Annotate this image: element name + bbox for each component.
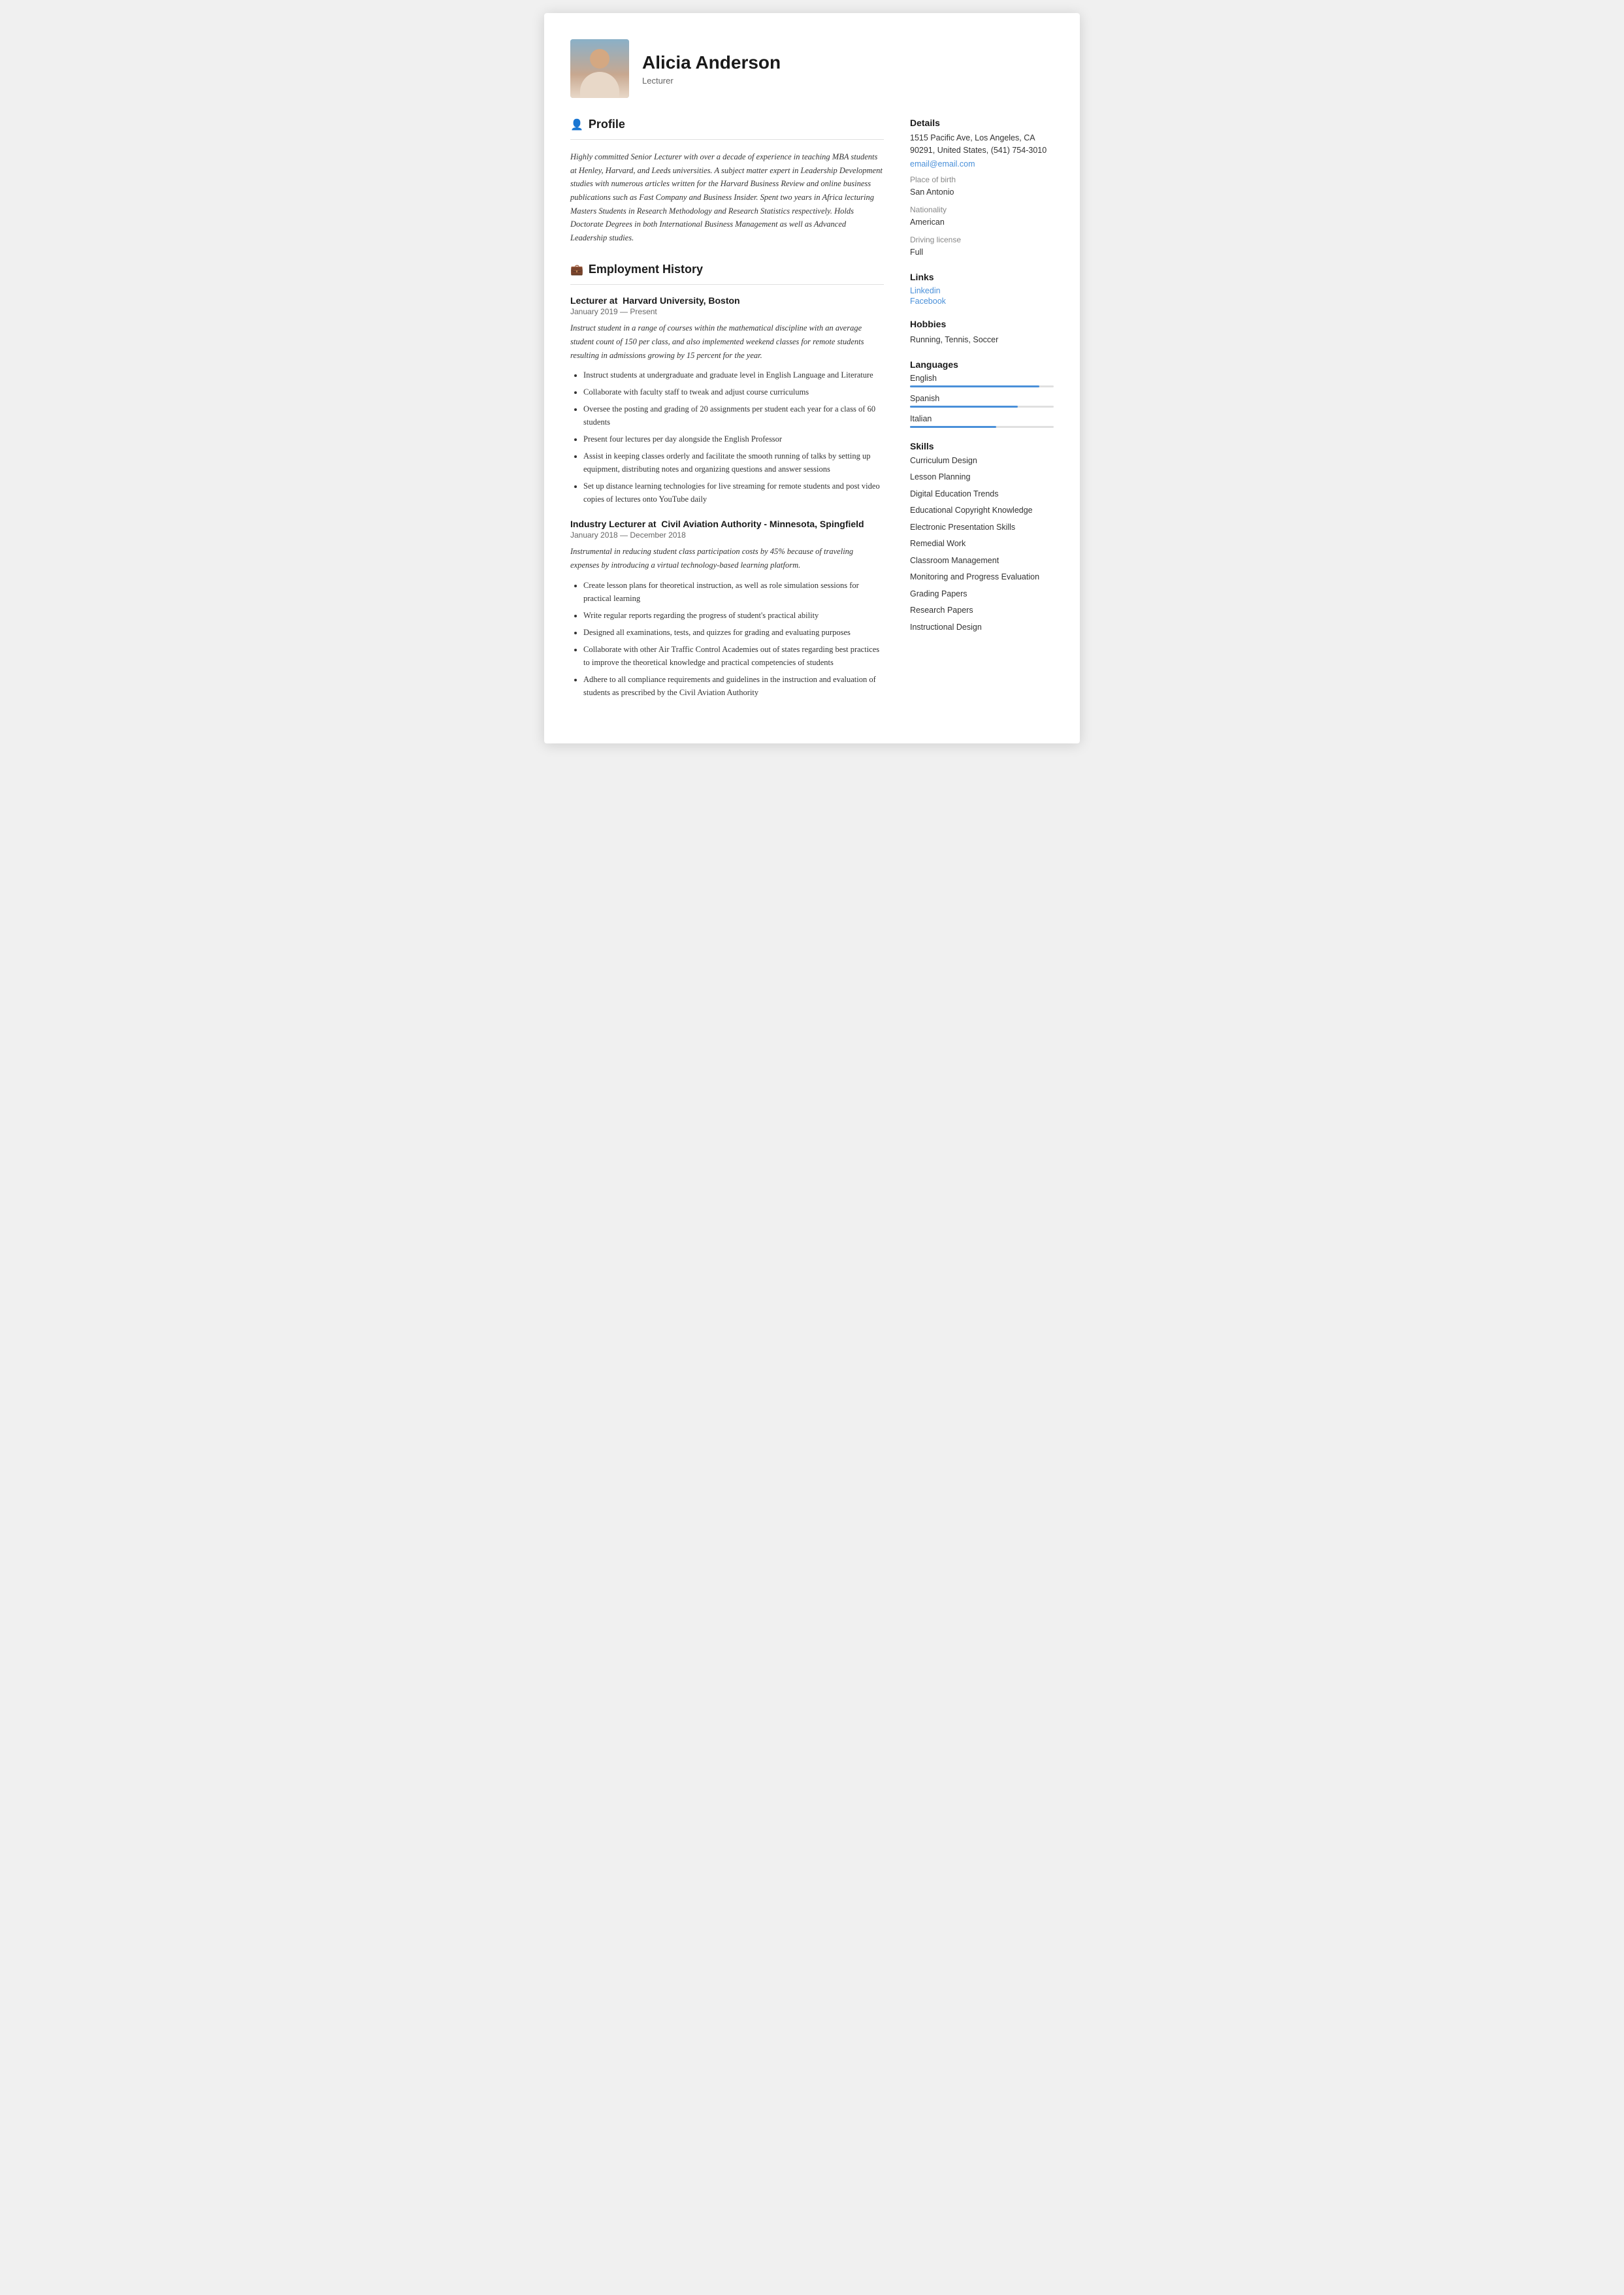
bullet-item: Present four lectures per day alongside … [583,432,884,446]
header-text: Alicia Anderson Lecturer [642,52,781,86]
languages-title: Languages [910,359,1054,370]
place-birth-value: San Antonio [910,186,1054,199]
bullet-item: Designed all examinations, tests, and qu… [583,626,884,639]
hobbies-text: Running, Tennis, Soccer [910,333,1054,346]
candidate-name: Alicia Anderson [642,52,781,73]
language-bar-fill-italian [910,426,996,428]
employment-section: 💼 Employment History Lecturer at Harvard… [570,263,884,698]
job-desc-1: Instruct student in a range of courses w… [570,321,884,362]
nationality-label: Nationality [910,205,1054,214]
job-title-2: Industry Lecturer at Civil Aviation Auth… [570,519,884,529]
skills-section: Skills Curriculum Design Lesson Planning… [910,441,1054,634]
employment-title: 💼 Employment History [570,263,884,276]
bullet-item: Collaborate with faculty staff to tweak … [583,385,884,399]
skill-item: Lesson Planning [910,472,1054,483]
profile-text: Highly committed Senior Lecturer with ov… [570,150,884,244]
language-name-spanish: Spanish [910,394,1054,403]
job-block-1: Lecturer at Harvard University, Boston J… [570,295,884,506]
main-content: 👤 Profile Highly committed Senior Lectur… [570,118,1054,717]
bullet-item: Oversee the posting and grading of 20 as… [583,402,884,429]
avatar [570,39,629,98]
linkedin-link[interactable]: Linkedin [910,286,1054,295]
profile-divider [570,139,884,140]
skills-title: Skills [910,441,1054,451]
language-bar-english [910,385,1054,387]
job-title-1: Lecturer at Harvard University, Boston [570,295,884,306]
details-section: Details 1515 Pacific Ave, Los Angeles, C… [910,118,1054,259]
skill-item: Instructional Design [910,622,1054,634]
language-bar-italian [910,426,1054,428]
language-name-english: English [910,374,1054,383]
skill-item: Educational Copyright Knowledge [910,505,1054,517]
bullet-item: Write regular reports regarding the prog… [583,609,884,622]
skill-item: Monitoring and Progress Evaluation [910,572,1054,583]
details-title: Details [910,118,1054,128]
job-dates-1: January 2019 — Present [570,307,884,316]
bullet-item: Assist in keeping classes orderly and fa… [583,449,884,476]
bullet-item: Collaborate with other Air Traffic Contr… [583,643,884,669]
place-birth-label: Place of birth [910,175,1054,184]
address-text: 1515 Pacific Ave, Los Angeles, CA 90291,… [910,132,1054,157]
hobbies-section: Hobbies Running, Tennis, Soccer [910,319,1054,346]
skill-item: Research Papers [910,605,1054,617]
language-item-english: English [910,374,1054,387]
profile-icon: 👤 [570,118,583,131]
skill-item: Digital Education Trends [910,489,1054,500]
language-item-italian: Italian [910,414,1054,428]
language-bar-spanish [910,406,1054,408]
language-name-italian: Italian [910,414,1054,423]
job-bullets-1: Instruct students at undergraduate and g… [570,368,884,506]
skill-item: Curriculum Design [910,455,1054,467]
nationality-value: American [910,216,1054,229]
skill-item: Electronic Presentation Skills [910,522,1054,534]
languages-section: Languages English Spanish Italian [910,359,1054,428]
facebook-link[interactable]: Facebook [910,297,1054,306]
left-column: 👤 Profile Highly committed Senior Lectur… [570,118,884,717]
candidate-subtitle: Lecturer [642,76,781,86]
language-bar-fill-english [910,385,1039,387]
links-title: Links [910,272,1054,282]
employment-icon: 💼 [570,263,583,276]
profile-section: 👤 Profile Highly committed Senior Lectur… [570,118,884,244]
skill-item: Remedial Work [910,538,1054,550]
language-item-spanish: Spanish [910,394,1054,408]
job-bullets-2: Create lesson plans for theoretical inst… [570,579,884,699]
language-bar-fill-spanish [910,406,1018,408]
job-desc-2: Instrumental in reducing student class p… [570,545,884,572]
driving-license-value: Full [910,246,1054,259]
right-column: Details 1515 Pacific Ave, Los Angeles, C… [910,118,1054,717]
job-block-2: Industry Lecturer at Civil Aviation Auth… [570,519,884,698]
links-section: Links Linkedin Facebook [910,272,1054,306]
resume-card: Alicia Anderson Lecturer 👤 Profile Highl… [544,13,1080,743]
driving-license-label: Driving license [910,235,1054,244]
employment-divider [570,284,884,285]
bullet-item: Adhere to all compliance requirements an… [583,673,884,699]
bullet-item: Instruct students at undergraduate and g… [583,368,884,382]
email-link[interactable]: email@email.com [910,159,1054,169]
bullet-item: Create lesson plans for theoretical inst… [583,579,884,605]
job-dates-2: January 2018 — December 2018 [570,530,884,540]
bullet-item: Set up distance learning technologies fo… [583,480,884,506]
hobbies-title: Hobbies [910,319,1054,329]
skill-item: Classroom Management [910,555,1054,567]
profile-title: 👤 Profile [570,118,884,131]
skill-item: Grading Papers [910,589,1054,600]
header-section: Alicia Anderson Lecturer [570,39,1054,98]
